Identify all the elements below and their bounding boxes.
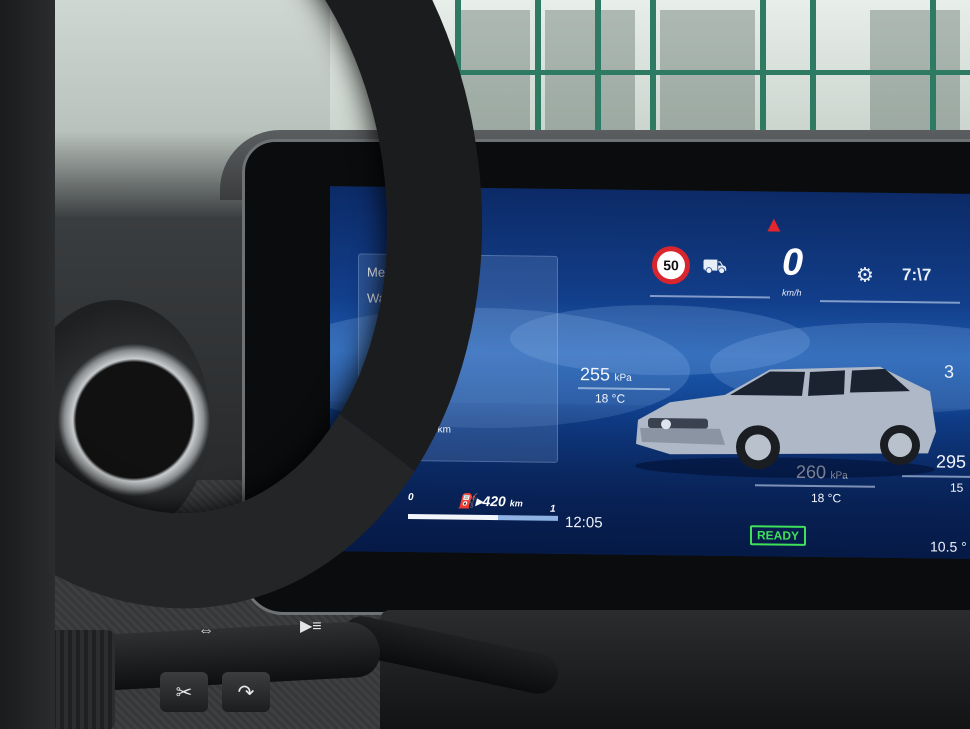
clock: 12:05 [565,513,603,532]
seatbelt-warning-icon: ▲ [763,211,785,237]
tire-pressure-value: 295 [936,451,967,472]
fuel-range-unit: km [509,498,523,509]
distance-assist-icon: ⛟ [702,255,728,278]
fuel-min-label: 0 [408,492,414,504]
tire-front-right: 3 [944,362,954,383]
turn-signal-icon: ⇔ [198,622,214,639]
fuel-level-bar [408,514,558,521]
service-km-unit: km [437,424,451,436]
tire-front-left: 255 kPa 18 °C [580,364,632,406]
ready-status-badge: READY [750,525,807,546]
headlamp-icon: ▶≡ [300,618,322,635]
windshield-washer-button[interactable]: ✂ [160,672,208,712]
lane-assist-icon: 7:\7 [902,265,932,285]
steering-wheel-rim [0,0,55,729]
wiper-stalk: ⇔ ▶≡ ✂ ↷ [0,610,562,729]
tire-rear-right: 295 15 [936,451,966,494]
speedometer-arc [650,295,770,299]
fuel-gauge: 0 ⛽▸420 km 1 [408,492,558,524]
steering-assist-icon: ⚙ [856,264,874,287]
speed-limit-sign: 50 [652,246,690,285]
fuel-range: ⛽▸420 km [458,492,523,510]
tire-temp: 15 [950,480,964,495]
outside-temperature: 10.5 ° [930,538,967,555]
vehicle-illustration [635,366,936,478]
tire-temp: 18 °C [811,490,842,506]
tire-pressure-value: 3 [944,361,955,382]
wiper-button[interactable]: ↷ [222,672,270,712]
fuel-max-label: 1 [550,503,556,515]
car-interior-photo: ▲ Meldungsspeicher Warnmeldungen: 1 ASSY… [0,0,970,729]
speed-unit: km/h [782,287,802,298]
speed-value: 0 [782,241,804,284]
tire-pressure-value: 255 [580,364,611,385]
speedometer-arc [820,300,960,304]
speed-limit-value: 50 [663,257,679,274]
fuel-range-value: 420 [482,492,506,510]
tire-temp: 18 °C [595,391,626,406]
